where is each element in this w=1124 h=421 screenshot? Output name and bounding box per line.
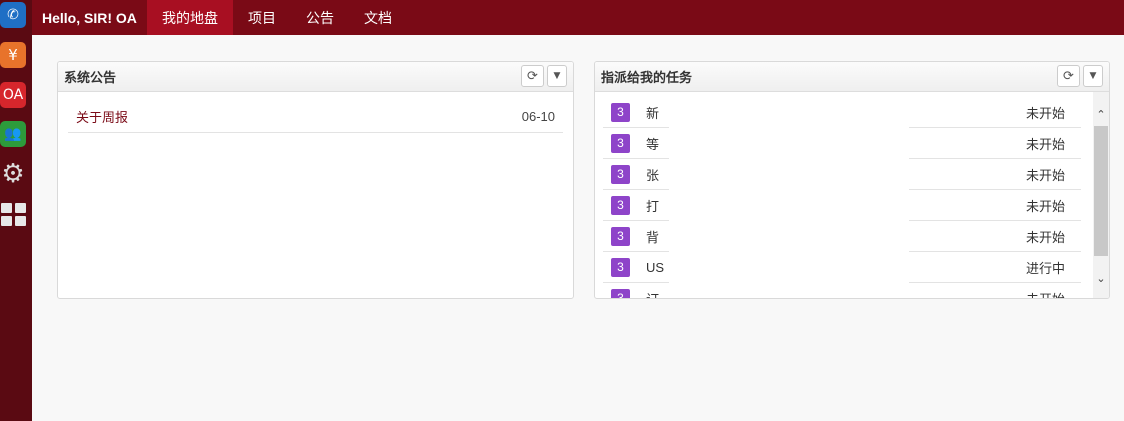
priority-badge: 3 xyxy=(611,164,630,184)
task-list-body: 3 新 未开始 3 等 未开始 3 张 未开始 3 打 未开始 3 背 未开始 … xyxy=(595,92,1109,299)
top-navbar: Hello, SIR! OA 我的地盘 项目 公告 文档 xyxy=(32,0,1124,35)
scrollbar-thumb[interactable] xyxy=(1094,126,1108,256)
priority-badge: 3 xyxy=(611,257,630,277)
panel-header: 指派给我的任务 ⟳ ▼ xyxy=(595,62,1109,92)
oa-icon[interactable]: OA xyxy=(0,82,26,108)
task-status: 未开始 xyxy=(1025,167,1065,183)
assigned-tasks-panel: 指派给我的任务 ⟳ ▼ 3 新 未开始 3 等 未开始 3 张 未开始 3 打 … xyxy=(594,61,1110,299)
phone-icon[interactable]: ✆ xyxy=(0,2,26,28)
yen-icon[interactable]: ¥ xyxy=(0,42,26,68)
chevron-down-icon[interactable]: ▼ xyxy=(1083,65,1103,87)
scroll-down-icon[interactable]: ⌄ xyxy=(1093,270,1109,286)
task-status: 未开始 xyxy=(1025,136,1065,152)
scroll-up-icon[interactable]: ⌃ xyxy=(1093,106,1109,122)
priority-badge: 3 xyxy=(611,226,630,246)
task-status: 未开始 xyxy=(1025,229,1065,245)
nav-projects[interactable]: 项目 xyxy=(233,0,291,35)
task-status: 未开始 xyxy=(1025,198,1065,214)
announcement-date: 06-10 xyxy=(521,108,555,124)
refresh-icon[interactable]: ⟳ xyxy=(1057,65,1080,87)
priority-badge: 3 xyxy=(611,195,630,215)
redaction-overlay xyxy=(669,97,909,298)
panel-title: 指派给我的任务 xyxy=(601,70,693,85)
announcement-title[interactable]: 关于周报 xyxy=(76,107,128,126)
refresh-icon[interactable]: ⟳ xyxy=(521,65,544,87)
priority-badge: 3 xyxy=(611,288,630,298)
nav-announcements[interactable]: 公告 xyxy=(291,0,349,35)
brand-title: Hello, SIR! OA xyxy=(42,9,137,26)
panel-header: 系统公告 ⟳ ▼ xyxy=(58,62,573,92)
task-status: 进行中 xyxy=(1025,260,1065,276)
left-sidebar: ✆ ¥ OA 👥 ⚙ xyxy=(0,0,32,421)
priority-badge: 3 xyxy=(611,102,630,122)
list-item[interactable]: 关于周报 06-10 xyxy=(68,100,563,133)
panel-title: 系统公告 xyxy=(64,70,117,85)
chevron-down-icon[interactable]: ▼ xyxy=(547,65,567,87)
vertical-scrollbar[interactable]: ⌃ ⌄ xyxy=(1093,92,1109,298)
announcement-list: 关于周报 06-10 xyxy=(58,92,573,133)
grid-icon[interactable] xyxy=(0,201,26,227)
gear-icon[interactable]: ⚙ xyxy=(0,159,26,189)
nav-documents[interactable]: 文档 xyxy=(349,0,407,35)
task-status: 未开始 xyxy=(1025,291,1065,299)
nav-my-dashboard[interactable]: 我的地盘 xyxy=(147,0,233,35)
task-status: 未开始 xyxy=(1025,105,1065,121)
priority-badge: 3 xyxy=(611,133,630,153)
announcement-panel: 系统公告 ⟳ ▼ 关于周报 06-10 xyxy=(57,61,574,299)
task-list: 3 新 未开始 3 等 未开始 3 张 未开始 3 打 未开始 3 背 未开始 … xyxy=(603,97,1081,299)
group-icon[interactable]: 👥 xyxy=(0,121,26,147)
